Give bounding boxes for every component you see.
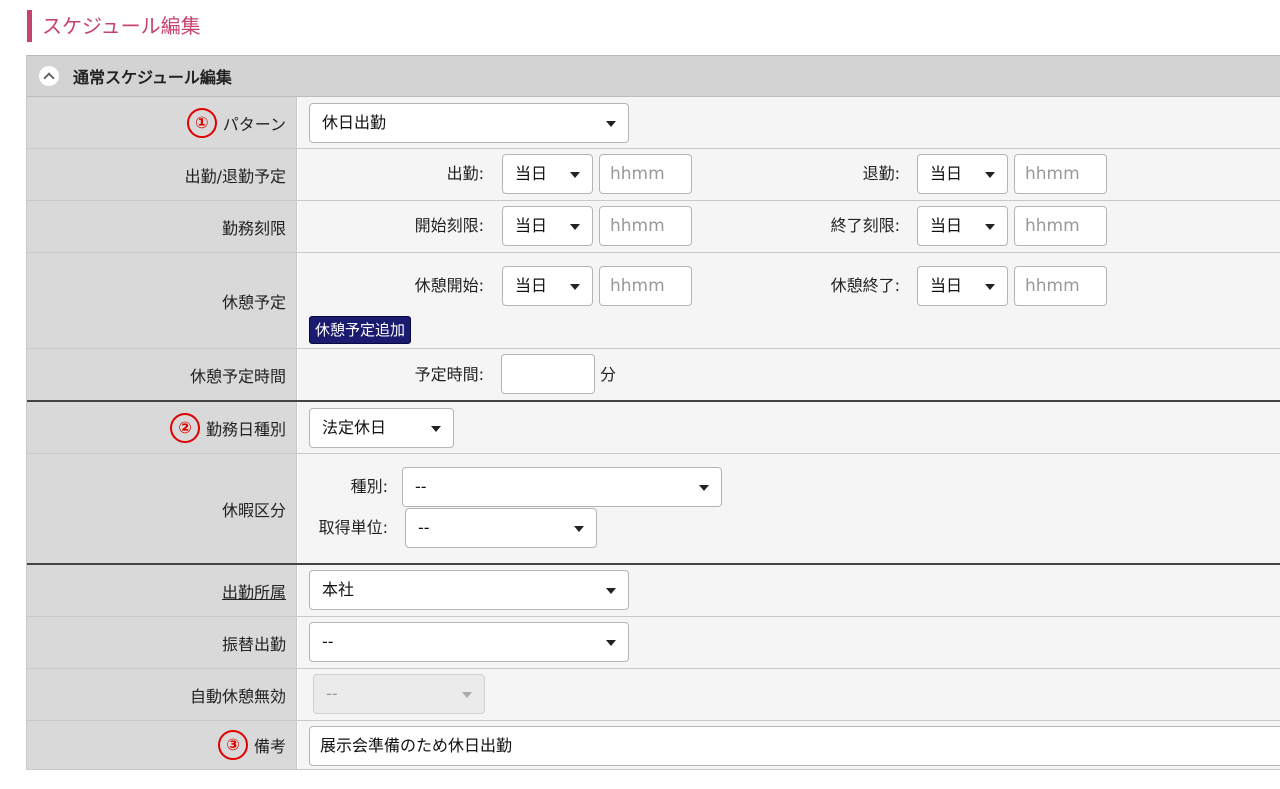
select-value: 当日 <box>930 276 963 295</box>
select-value: 当日 <box>515 276 548 295</box>
break-end-time-input[interactable]: hhmm <box>1014 266 1107 306</box>
break-start-label: 休憩開始: <box>414 276 484 295</box>
leave-type-select[interactable]: -- <box>402 467 722 507</box>
day-type-value: 法定休日 <box>322 418 387 437</box>
dropdown-arrow-icon <box>699 485 709 491</box>
page-title: スケジュール編集 <box>27 10 201 42</box>
dropdown-arrow-icon <box>574 526 584 532</box>
select-value: 当日 <box>930 216 963 235</box>
dropdown-arrow-icon <box>462 692 472 698</box>
select-value: 当日 <box>515 216 548 235</box>
panel-title: 通常スケジュール編集 <box>73 68 232 87</box>
label-note: ③ 備考 <box>27 721 297 769</box>
schedule-panel: 通常スケジュール編集 ① パターン 休日出勤 出勤/退勤予定 出勤: 当日 hh… <box>26 55 1280 770</box>
limit-end-day-select[interactable]: 当日 <box>917 206 1008 246</box>
limit-end-time-input[interactable]: hhmm <box>1014 206 1107 246</box>
select-value: 本社 <box>322 580 355 599</box>
row-work-limit: 勤務刻限 開始刻限: 当日 hhmm 終了刻限: 当日 hhmm <box>27 201 1280 253</box>
label-substitute: 振替出勤 <box>27 617 297 668</box>
dropdown-arrow-icon <box>570 172 580 178</box>
select-value: -- <box>415 477 427 496</box>
minutes-unit: 分 <box>600 365 617 384</box>
row-substitute: 振替出勤 -- <box>27 617 1280 669</box>
label-day-type: ② 勤務日種別 <box>27 402 297 453</box>
shift-start-day-select[interactable]: 当日 <box>502 154 593 194</box>
label-break-plan: 休憩予定 <box>27 253 297 348</box>
leave-unit-label: 取得単位: <box>318 518 388 537</box>
panel-header[interactable]: 通常スケジュール編集 <box>27 55 1280 97</box>
select-value: 当日 <box>930 164 963 183</box>
dropdown-arrow-icon <box>985 172 995 178</box>
break-time-input[interactable] <box>501 354 595 394</box>
dropdown-arrow-icon <box>985 284 995 290</box>
day-type-select[interactable]: 法定休日 <box>309 408 454 448</box>
row-leave: 休暇区分 種別: -- 取得単位: -- <box>27 454 1280 565</box>
shift-end-time-input[interactable]: hhmm <box>1014 154 1107 194</box>
label-auto-break: 自動休憩無効 <box>27 669 297 720</box>
marker-3: ③ <box>217 730 248 760</box>
label-shift: 出勤/退勤予定 <box>27 149 297 200</box>
add-break-button[interactable]: 休憩予定追加 <box>309 316 412 344</box>
limit-start-label: 開始刻限: <box>414 216 484 235</box>
shift-start-time-input[interactable]: hhmm <box>599 154 692 194</box>
select-value: 当日 <box>515 164 548 183</box>
row-office: 出勤所属 本社 <box>27 565 1280 617</box>
marker-2: ② <box>169 412 200 443</box>
label-break-time: 休憩予定時間 <box>27 349 297 400</box>
shift-end-label: 退勤: <box>862 164 900 183</box>
dropdown-arrow-icon <box>606 640 616 646</box>
break-start-time-input[interactable]: hhmm <box>599 266 692 306</box>
label-leave: 休暇区分 <box>27 454 297 563</box>
select-value: -- <box>326 684 338 703</box>
dropdown-arrow-icon <box>570 284 580 290</box>
row-shift: 出勤/退勤予定 出勤: 当日 hhmm 退勤: 当日 hhmm <box>27 149 1280 201</box>
auto-break-select: -- <box>313 674 485 714</box>
note-input[interactable]: 展示会準備のため休日出勤 <box>309 726 1280 766</box>
shift-start-label: 出勤: <box>446 164 484 183</box>
pattern-value: 休日出勤 <box>322 113 387 132</box>
leave-unit-select[interactable]: -- <box>405 508 597 548</box>
substitute-select[interactable]: -- <box>309 622 629 662</box>
dropdown-arrow-icon <box>570 224 580 230</box>
office-select[interactable]: 本社 <box>309 570 629 610</box>
row-pattern: ① パターン 休日出勤 <box>27 97 1280 149</box>
row-day-type: ② 勤務日種別 法定休日 <box>27 402 1280 454</box>
break-end-day-select[interactable]: 当日 <box>917 266 1008 306</box>
limit-start-time-input[interactable]: hhmm <box>599 206 692 246</box>
break-time-label: 予定時間: <box>414 365 484 384</box>
marker-1: ① <box>186 107 217 138</box>
limit-start-day-select[interactable]: 当日 <box>502 206 593 246</box>
select-value: -- <box>322 632 334 651</box>
label-office: 出勤所属 <box>27 565 297 616</box>
shift-end-day-select[interactable]: 当日 <box>917 154 1008 194</box>
select-value: -- <box>418 518 430 537</box>
label-work-limit: 勤務刻限 <box>27 201 297 252</box>
row-break-time: 休憩予定時間 予定時間: 分 <box>27 349 1280 402</box>
dropdown-arrow-icon <box>985 224 995 230</box>
label-pattern: ① パターン <box>27 97 297 148</box>
row-auto-break: 自動休憩無効 -- <box>27 669 1280 721</box>
label-text: 備考 <box>253 737 286 756</box>
office-link[interactable]: 出勤所属 <box>222 579 286 603</box>
limit-end-label: 終了刻限: <box>830 216 900 235</box>
break-start-day-select[interactable]: 当日 <box>502 266 593 306</box>
break-end-label: 休憩終了: <box>830 276 900 295</box>
leave-type-label: 種別: <box>350 477 388 496</box>
label-text: パターン <box>222 114 286 134</box>
label-text: 勤務日種別 <box>205 419 286 439</box>
chevron-up-icon[interactable] <box>39 66 59 86</box>
dropdown-arrow-icon <box>606 121 616 127</box>
row-break-plan: 休憩予定 休憩開始: 当日 hhmm 休憩終了: 当日 hhmm 休憩予定追加 <box>27 253 1280 349</box>
dropdown-arrow-icon <box>431 426 441 432</box>
row-note: ③ 備考 展示会準備のため休日出勤 <box>27 721 1280 770</box>
pattern-select[interactable]: 休日出勤 <box>309 103 629 143</box>
dropdown-arrow-icon <box>606 588 616 594</box>
